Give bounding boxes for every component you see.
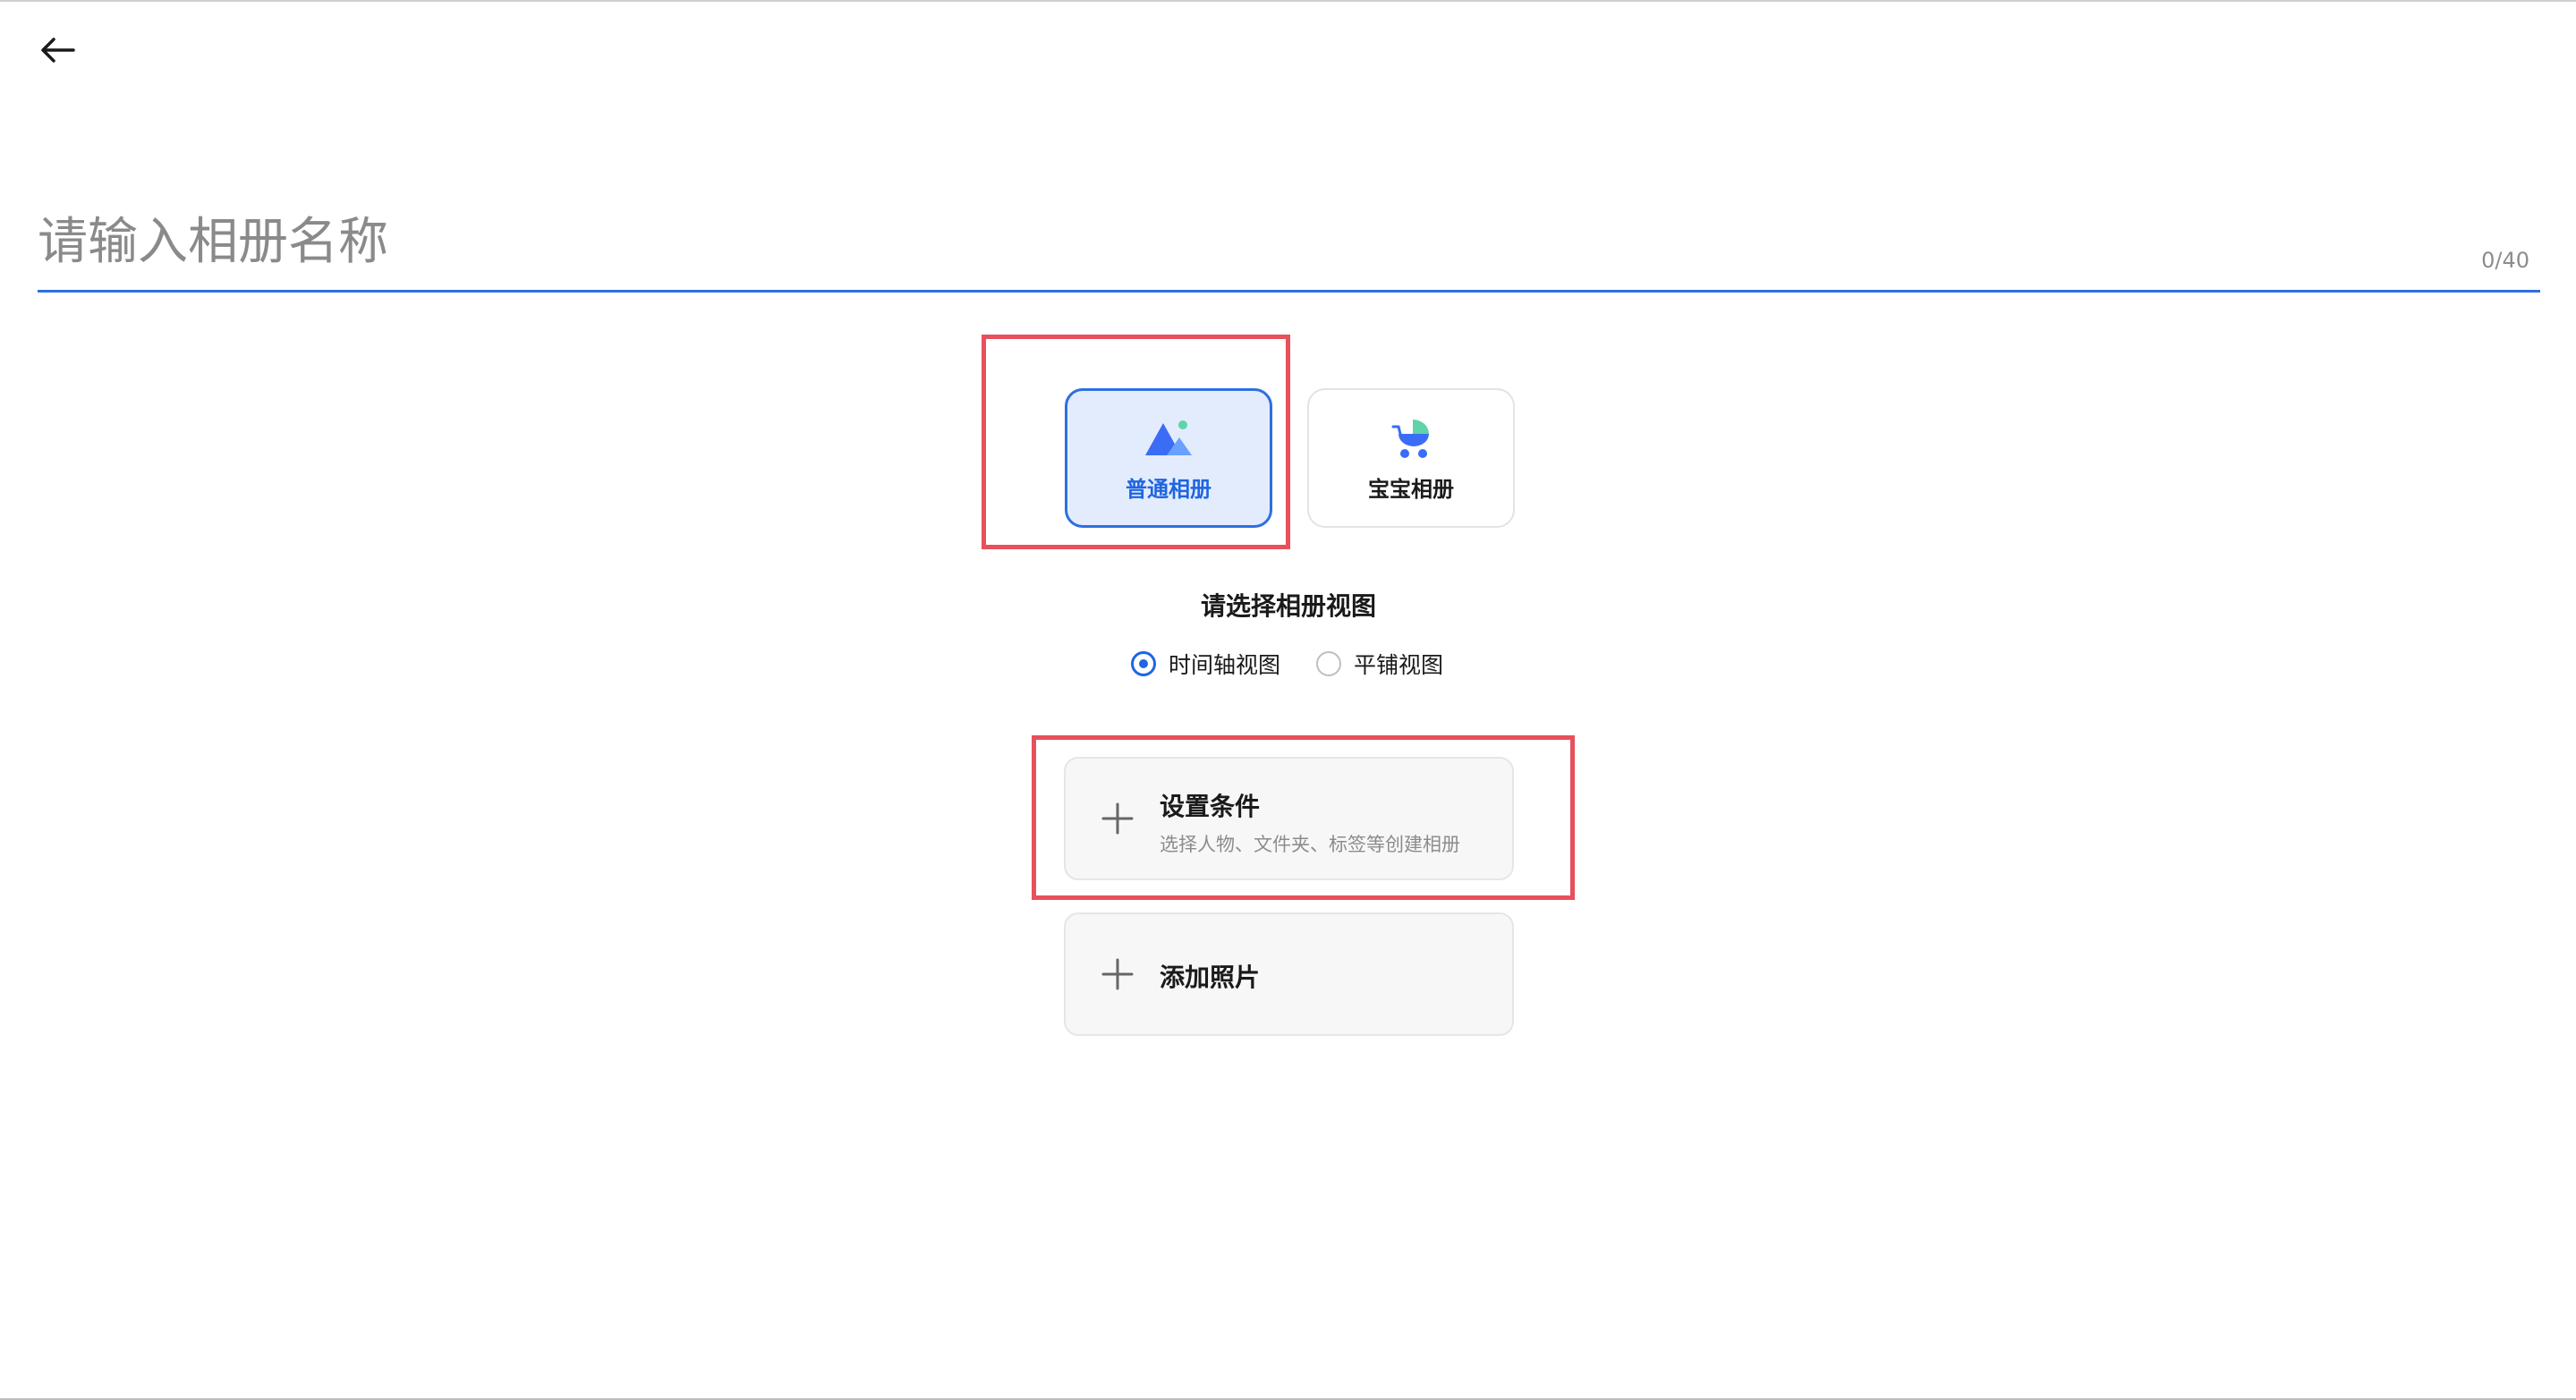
radio-grid-view[interactable]: 平铺视图 — [1316, 648, 1443, 680]
input-underline — [38, 290, 2540, 293]
view-radio-group: 时间轴视图 平铺视图 — [1131, 646, 1479, 682]
radio-timeline-label: 时间轴视图 — [1169, 652, 1281, 678]
radio-button-checked[interactable] — [1131, 651, 1156, 676]
add-photos-title: 添加照片 — [1160, 963, 1261, 992]
char-counter: 0/40 — [2481, 248, 2529, 273]
album-type-baby-label: 宝宝相册 — [1368, 476, 1454, 502]
album-name-field: 0/40 — [38, 199, 2540, 293]
radio-button-unchecked[interactable] — [1316, 651, 1342, 676]
highlight-box-conditions — [1032, 735, 1575, 900]
highlight-box-album-type — [982, 335, 1290, 549]
radio-grid-label: 平铺视图 — [1354, 652, 1444, 678]
arrow-left-icon — [41, 38, 75, 63]
view-selection-title: 请选择相册视图 — [1200, 591, 1376, 621]
baby-stroller-icon — [1391, 419, 1429, 458]
radio-timeline-view[interactable]: 时间轴视图 — [1131, 648, 1280, 680]
top-border — [0, 0, 2576, 2]
plus-icon — [1101, 958, 1134, 990]
back-button[interactable] — [32, 27, 82, 73]
album-type-baby[interactable]: 宝宝相册 — [1307, 388, 1515, 528]
add-photos-button[interactable]: 添加照片 — [1064, 912, 1514, 1036]
album-name-input[interactable] — [38, 199, 2364, 284]
